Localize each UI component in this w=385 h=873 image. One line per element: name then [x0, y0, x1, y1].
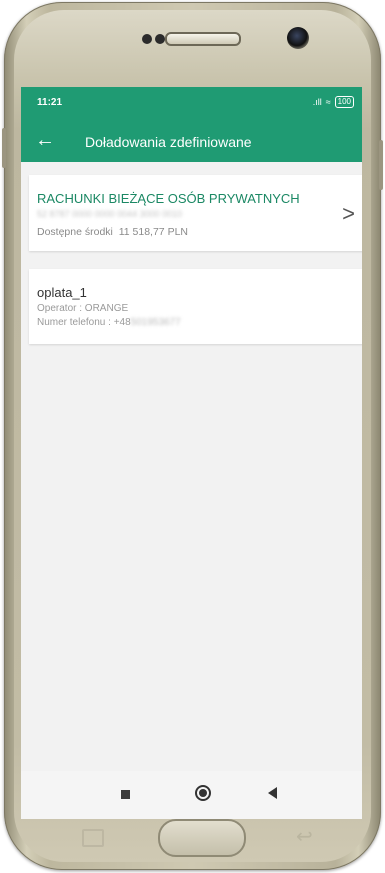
topup-phone: Numer telefonu : +48501953677	[37, 317, 181, 328]
earpiece-speaker	[165, 32, 241, 46]
phone-label: Numer telefonu : +48	[37, 317, 131, 328]
topup-card[interactable]: oplata_1 Operator : ORANGE Numer telefon…	[29, 269, 362, 344]
arrow-left-icon[interactable]: ←	[35, 129, 55, 151]
power-button	[379, 140, 383, 190]
page-title: Doładowania zdefiniowane	[85, 134, 252, 150]
status-icons: .ıll ≈ 100	[313, 96, 354, 108]
app-bar: ← Doładowania zdefiniowane	[21, 121, 362, 162]
balance-label: Dostępne środki	[37, 226, 113, 238]
square-icon[interactable]	[121, 790, 130, 799]
chevron-right-icon: >	[342, 201, 355, 226]
status-bar: 11:21 .ıll ≈ 100	[21, 87, 362, 121]
circle-icon[interactable]	[195, 785, 211, 801]
screen: 11:21 .ıll ≈ 100 ← Doładowania zdefiniow…	[21, 87, 362, 819]
phone-device: 11:21 .ıll ≈ 100 ← Doładowania zdefiniow…	[0, 0, 385, 873]
front-camera	[287, 27, 309, 49]
signal-icon: .ıll	[312, 97, 322, 107]
phone-number: 501953677	[130, 317, 181, 328]
topup-name: oplata_1	[37, 285, 87, 300]
hardware-recents-icon[interactable]	[82, 829, 104, 847]
battery-icon: 100	[334, 96, 354, 108]
system-nav-bar	[21, 771, 362, 819]
sensor-dot-1	[142, 34, 152, 44]
wifi-icon: ≈	[325, 97, 331, 107]
hardware-home-button[interactable]	[158, 819, 246, 857]
balance-value: 11 518,77 PLN	[118, 226, 188, 238]
account-balance: Dostępne środki 11 518,77 PLN	[37, 226, 188, 238]
account-card[interactable]: RACHUNKI BIEŻĄCE OSÓB PRYWATNYCH 52 8787…	[29, 175, 362, 251]
hardware-back-icon[interactable]: ↩	[296, 824, 313, 849]
triangle-back-icon[interactable]	[268, 787, 277, 799]
account-number: 52 8787 0000 0000 0044 3000 0010	[37, 209, 183, 219]
volume-button	[2, 128, 6, 168]
sensor-dot-2	[155, 34, 165, 44]
topup-operator: Operator : ORANGE	[37, 303, 129, 314]
status-time: 11:21	[37, 97, 63, 108]
account-name: RACHUNKI BIEŻĄCE OSÓB PRYWATNYCH	[37, 191, 300, 206]
